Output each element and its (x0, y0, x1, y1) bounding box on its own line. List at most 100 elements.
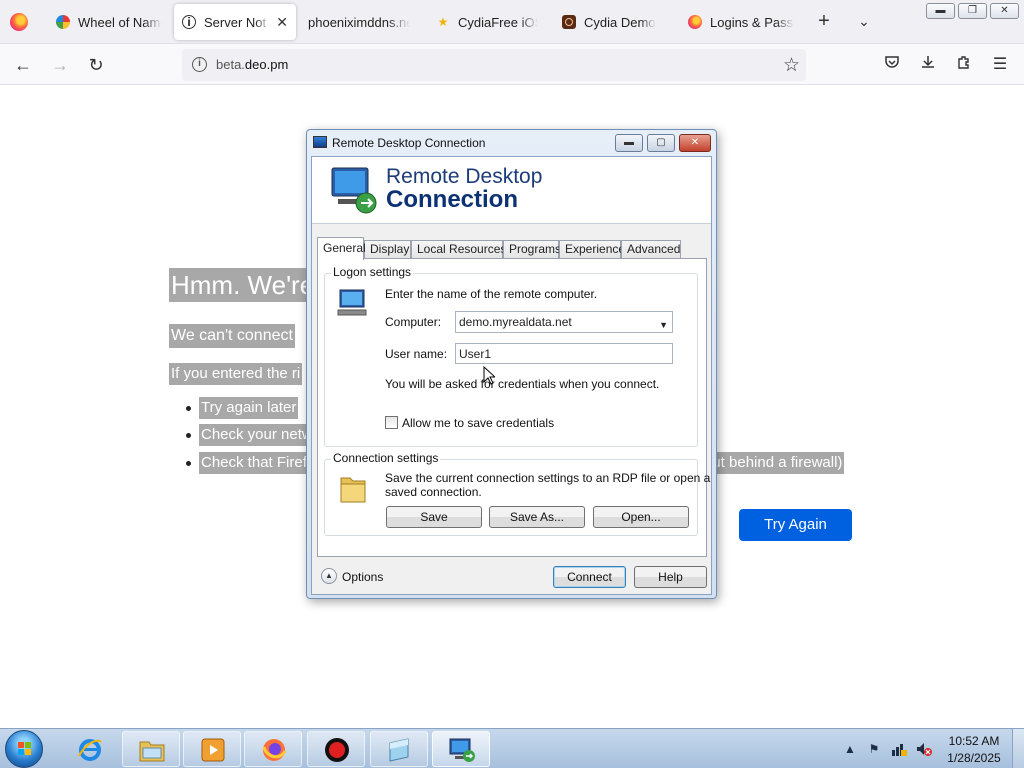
tab-server-not-found[interactable]: i Server Not Found ✕ (174, 4, 296, 40)
error-advice: If you entered the ri (169, 363, 303, 385)
tab-label: phoeniximddns.net (308, 14, 410, 30)
show-hidden-icons-icon[interactable]: ▲ (842, 741, 858, 757)
open-button[interactable]: Open... (593, 506, 689, 528)
downloads-icon[interactable] (917, 54, 939, 76)
action-center-flag-icon[interactable]: ⚑ (866, 741, 882, 757)
taskbar-screen-recorder[interactable] (307, 731, 365, 767)
tab-label: CydiaFree iOS App (458, 14, 538, 30)
mouse-cursor-icon (483, 366, 495, 385)
close-window-button[interactable]: ✕ (990, 3, 1019, 19)
restore-button[interactable]: ❐ (958, 3, 987, 19)
start-button[interactable] (5, 730, 43, 768)
list-all-tabs-button[interactable]: ⌄ (854, 10, 874, 34)
rdp-banner: Remote Desktop Connection (312, 157, 711, 224)
dialog-titlebar[interactable]: Remote Desktop Connection ▬ ▢ ✕ (307, 130, 716, 156)
chevron-down-icon[interactable]: ▼ (659, 317, 668, 333)
navigation-toolbar: ← → ↻ i beta.deo.pm ☆ ☰ (0, 44, 1024, 85)
star-icon: ★ (437, 15, 449, 29)
tab-programs[interactable]: Programs (503, 240, 561, 259)
pocket-icon[interactable] (881, 54, 903, 76)
taskbar-app-window[interactable] (370, 731, 428, 767)
url-text[interactable]: beta.deo.pm (216, 57, 288, 72)
show-desktop-button[interactable] (1012, 729, 1024, 768)
logon-settings-label: Logon settings (331, 265, 414, 279)
url-domain: deo.pm (244, 57, 289, 72)
dialog-title: Remote Desktop Connection (332, 136, 486, 150)
clock-time[interactable]: 10:52 AM (946, 734, 1002, 748)
tab-cydiafree[interactable]: ★ CydiaFree iOS App (428, 4, 546, 40)
error-message: We can't connect (169, 324, 295, 348)
reload-button[interactable]: ↻ (84, 53, 108, 77)
folder-icon (340, 477, 366, 503)
windows-taskbar: ▲ ⚑ 10:52 AM 1/28/2025 (0, 728, 1024, 768)
tab-phoenixim[interactable]: phoeniximddns.net (300, 4, 418, 40)
taskbar-media-player[interactable] (183, 731, 241, 767)
firefox-menu-icon[interactable] (10, 13, 28, 31)
suggestion-item: Try again later (199, 397, 299, 419)
minimize-button[interactable]: ▬ (926, 3, 955, 19)
computer-combobox[interactable]: demo.myrealdata.net ▼ (455, 311, 673, 333)
extensions-icon[interactable] (953, 54, 975, 76)
tab-general[interactable]: General (317, 237, 366, 260)
url-bar[interactable]: i beta.deo.pm ☆ (182, 49, 806, 81)
forward-button[interactable]: → (48, 53, 72, 77)
tab-logins-passwords[interactable]: Logins & Passwords (680, 4, 802, 40)
taskbar-firefox[interactable] (244, 731, 302, 767)
cydia-icon (562, 15, 576, 29)
wheel-icon (56, 15, 70, 29)
close-tab-icon[interactable]: ✕ (276, 14, 288, 31)
taskbar-file-explorer[interactable] (122, 731, 180, 767)
computer-label: Computer: (385, 315, 442, 329)
windows-logo-icon (18, 742, 31, 755)
logon-hint: Enter the name of the remote computer. (385, 287, 598, 301)
tab-cydia-demo[interactable]: Cydia Demo (554, 4, 672, 40)
bullet-dot (186, 461, 191, 466)
connection-settings-label: Connection settings (331, 451, 441, 465)
file-explorer-icon (139, 741, 165, 762)
remote-desktop-icon (449, 738, 475, 762)
tab-label: Cydia Demo (584, 14, 656, 30)
taskbar-remote-desktop[interactable] (432, 731, 490, 767)
bookmark-star-icon[interactable]: ☆ (783, 54, 800, 77)
options-expand-icon[interactable]: ▲ (321, 568, 337, 584)
options-label[interactable]: Options (342, 570, 383, 584)
help-button[interactable]: Help (634, 566, 707, 588)
tab-local-resources[interactable]: Local Resources (411, 240, 506, 259)
site-info-icon[interactable]: i (192, 57, 207, 72)
tab-strip: Wheel of Names i Server Not Found ✕ phoe… (0, 0, 1024, 44)
tab-display[interactable]: Display (364, 240, 411, 259)
window-thumbnail-icon (389, 738, 409, 762)
tab-label: Wheel of Names (78, 14, 162, 30)
save-button[interactable]: Save (386, 506, 482, 528)
back-button[interactable]: ← (11, 53, 35, 77)
hamburger-menu-icon[interactable]: ☰ (989, 54, 1011, 76)
clock-date[interactable]: 1/28/2025 (944, 751, 1004, 765)
try-again-button[interactable]: Try Again (739, 509, 852, 541)
new-tab-button[interactable]: + (814, 10, 834, 34)
tab-wheel-of-names[interactable]: Wheel of Names (48, 4, 170, 40)
taskbar-internet-explorer[interactable] (61, 731, 119, 767)
tab-advanced[interactable]: Advanced (621, 240, 681, 259)
firefox-icon (262, 739, 287, 761)
save-credentials-checkbox[interactable] (385, 416, 398, 429)
tab-label: Server Not Found (204, 14, 270, 30)
banner-title-line2: Connection (386, 186, 518, 213)
suggestion-item: Check that Firefo (199, 452, 318, 474)
dialog-minimize-button[interactable]: ▬ (615, 134, 643, 152)
volume-muted-icon[interactable] (916, 741, 932, 757)
logon-settings-group: Logon settings Enter the name of the rem… (324, 265, 698, 447)
remote-desktop-dialog: Remote Desktop Connection ▬ ▢ ✕ Remote D… (306, 129, 717, 599)
network-icon[interactable] (891, 741, 907, 757)
tab-experience[interactable]: Experience (559, 240, 625, 259)
dialog-maximize-button[interactable]: ▢ (647, 134, 675, 152)
save-as-button[interactable]: Save As... (489, 506, 585, 528)
connect-button[interactable]: Connect (553, 566, 626, 588)
save-credentials-label[interactable]: Allow me to save credentials (402, 416, 554, 430)
tab-label: Logins & Passwords (710, 14, 794, 30)
dialog-close-button[interactable]: ✕ (679, 134, 711, 152)
computer-icon (337, 289, 367, 316)
info-icon: i (182, 15, 196, 29)
record-icon (325, 738, 349, 762)
username-field[interactable]: User1 (455, 343, 673, 364)
bullet-dot (186, 406, 191, 411)
